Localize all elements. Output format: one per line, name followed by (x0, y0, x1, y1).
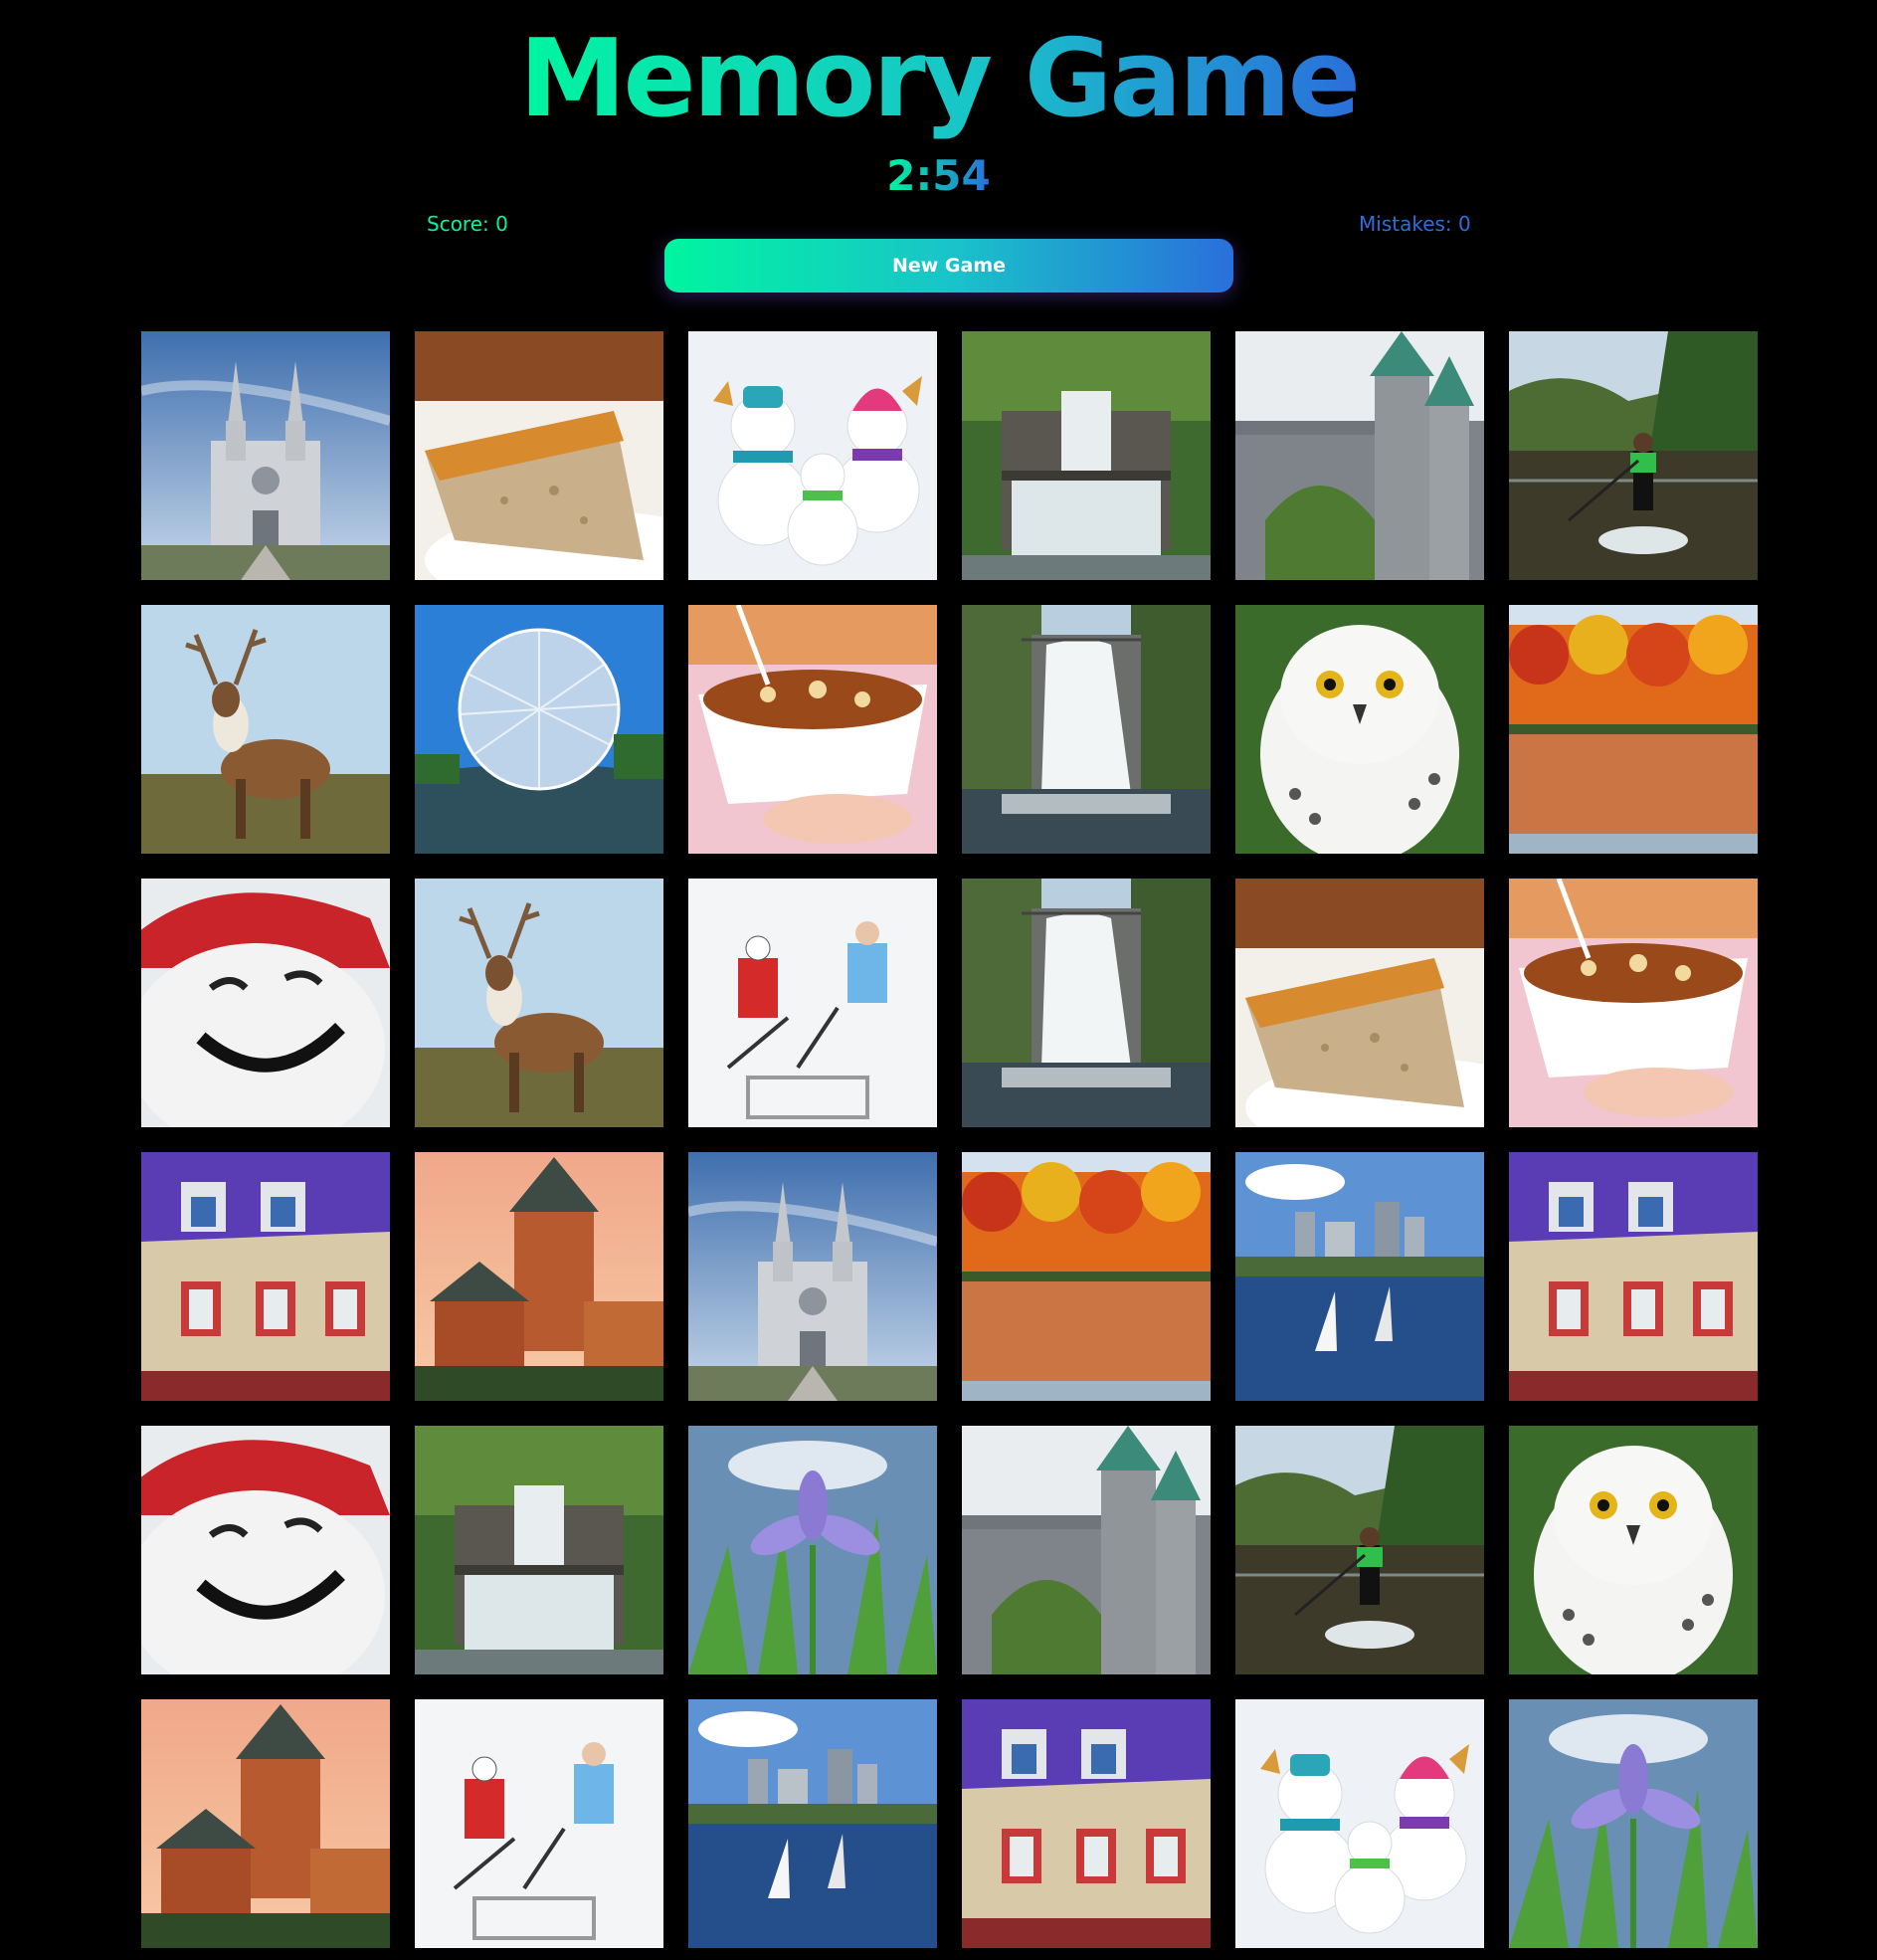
snowmen-image (688, 331, 937, 580)
stone-gate-image (1235, 331, 1484, 580)
countdown-timer: 2:54 (886, 151, 991, 200)
mistakes-display: Mistakes: 0 (1359, 212, 1471, 236)
stone-gate-image (962, 1426, 1211, 1674)
cathedral-image (141, 331, 390, 580)
memory-card[interactable] (688, 1152, 937, 1401)
memory-card[interactable] (1235, 1152, 1484, 1401)
paddleboarder-image (1235, 1426, 1484, 1674)
card-grid (141, 331, 1758, 1948)
colorful-house-image (962, 1699, 1211, 1948)
memory-card[interactable] (415, 1426, 663, 1674)
chateau-frontenac-image (415, 1152, 663, 1401)
snowmen-image (1235, 1699, 1484, 1948)
blue-flag-iris-image (1509, 1699, 1758, 1948)
memory-card[interactable] (141, 1426, 390, 1674)
snowy-owl-image (1509, 1426, 1758, 1674)
memory-card[interactable] (415, 331, 663, 580)
blue-flag-iris-image (688, 1426, 937, 1674)
autumn-forest-image (962, 1152, 1211, 1401)
new-game-button[interactable]: New Game (664, 239, 1233, 293)
memory-card[interactable] (688, 331, 937, 580)
memory-card[interactable] (1235, 879, 1484, 1127)
quebec-skyline-image (688, 1699, 937, 1948)
game-title: Memory Game (518, 17, 1361, 141)
memory-card[interactable] (1509, 1426, 1758, 1674)
autumn-forest-image (1509, 605, 1758, 854)
memory-card[interactable] (141, 879, 390, 1127)
memory-card[interactable] (1509, 1152, 1758, 1401)
memory-card[interactable] (1235, 605, 1484, 854)
memory-card[interactable] (1509, 331, 1758, 580)
cascade-waterfall-image (415, 1426, 663, 1674)
cathedral-image (688, 1152, 937, 1401)
bonhomme-image (141, 879, 390, 1127)
memory-card[interactable] (688, 605, 937, 854)
memory-card[interactable] (1235, 1426, 1484, 1674)
sugar-pie-image (1235, 879, 1484, 1127)
memory-card[interactable] (141, 605, 390, 854)
memory-card[interactable] (141, 1152, 390, 1401)
memory-card[interactable] (1509, 605, 1758, 854)
hockey-players-image (688, 879, 937, 1127)
quebec-skyline-image (1235, 1152, 1484, 1401)
score-display: Score: 0 (427, 212, 508, 236)
memory-card[interactable] (141, 1699, 390, 1948)
memory-card[interactable] (688, 879, 937, 1127)
memory-card[interactable] (962, 1152, 1211, 1401)
sugar-pie-image (415, 331, 663, 580)
memory-card[interactable] (1235, 1699, 1484, 1948)
memory-card[interactable] (415, 879, 663, 1127)
colorful-house-image (141, 1152, 390, 1401)
memory-card[interactable] (688, 1699, 937, 1948)
caribou-image (141, 605, 390, 854)
cascade-waterfall-image (962, 331, 1211, 580)
memory-card[interactable] (141, 331, 390, 580)
memory-card[interactable] (1235, 331, 1484, 580)
memory-card[interactable] (1509, 879, 1758, 1127)
hockey-players-image (415, 1699, 663, 1948)
memory-card[interactable] (688, 1426, 937, 1674)
memory-card[interactable] (962, 1426, 1211, 1674)
memory-card[interactable] (962, 879, 1211, 1127)
poutine-image (688, 605, 937, 854)
memory-card[interactable] (962, 331, 1211, 580)
chateau-frontenac-image (141, 1699, 390, 1948)
caribou-image (415, 879, 663, 1127)
memory-card[interactable] (962, 605, 1211, 854)
biosphere-image (415, 605, 663, 854)
colorful-house-image (1509, 1152, 1758, 1401)
snowy-owl-image (1235, 605, 1484, 854)
memory-card[interactable] (415, 1152, 663, 1401)
montmorency-falls-image (962, 879, 1211, 1127)
memory-card[interactable] (962, 1699, 1211, 1948)
bonhomme-image (141, 1426, 390, 1674)
poutine-image (1509, 879, 1758, 1127)
paddleboarder-image (1509, 331, 1758, 580)
montmorency-falls-image (962, 605, 1211, 854)
memory-card[interactable] (415, 605, 663, 854)
memory-card[interactable] (1509, 1699, 1758, 1948)
memory-card[interactable] (415, 1699, 663, 1948)
